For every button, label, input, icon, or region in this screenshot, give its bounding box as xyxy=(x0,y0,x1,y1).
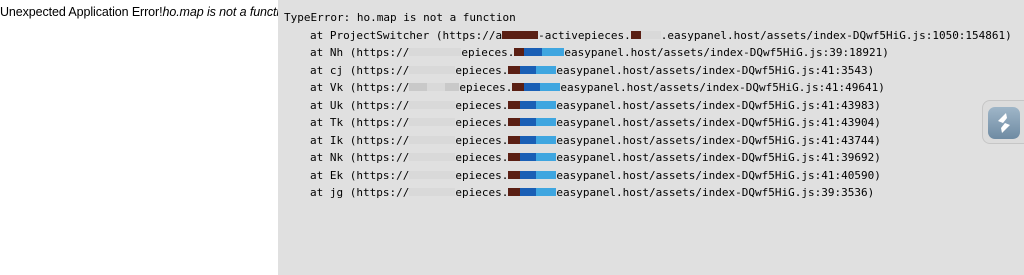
redacted-domain xyxy=(508,169,557,182)
stack-frame-line: at Ik (https:// epieces. easypanel.host/as… xyxy=(284,132,1024,150)
frame-at: at xyxy=(310,46,324,59)
redacted-subdomain xyxy=(409,99,456,112)
floating-widget-button[interactable] xyxy=(982,100,1024,144)
frame-at: at xyxy=(310,168,324,182)
frame-url-mid: epieces. xyxy=(455,63,509,77)
redacted-domain xyxy=(508,186,557,199)
frame-url-host: .easypanel.host/assets/index-DQwf5HiG.js… xyxy=(660,28,1012,42)
frame-url-mid: epieces. xyxy=(461,46,515,59)
frame-url-prefix: (https:// xyxy=(349,151,410,164)
stack-frame-line: at Ek (https:// epieces. easypanel.host/as… xyxy=(284,167,1024,185)
frame-url-mid: epieces. xyxy=(455,151,509,164)
redacted-domain xyxy=(508,151,557,164)
frame-at: at xyxy=(310,133,324,147)
frame-at: at xyxy=(310,151,324,164)
error-heading: Unexpected Application Error!ho.map is n… xyxy=(0,4,293,20)
frame-url-mid: epieces. xyxy=(459,81,513,94)
frame-at: at xyxy=(310,116,324,129)
frame-url-host: easypanel.host/assets/index-DQwf5HiG.js:… xyxy=(556,133,881,147)
redacted-domain xyxy=(508,99,557,112)
frame-url-host: easypanel.host/assets/index-DQwf5HiG.js:… xyxy=(556,63,875,77)
frame-function: Uk xyxy=(329,98,344,112)
stack-frame-line: at Nk (https:// epieces. easypanel.host/as… xyxy=(284,149,1024,167)
stack-frame-line: at ProjectSwitcher (https://a -activepiec… xyxy=(284,27,1024,45)
redacted-domain xyxy=(508,116,557,129)
stack-frame-line: at Uk (https:// epieces. easypanel.host/as… xyxy=(284,97,1024,115)
stack-header: TypeError: ho.map is not a function xyxy=(284,11,516,24)
error-title: Unexpected Application Error! xyxy=(0,5,163,19)
redacted-domain xyxy=(512,81,561,94)
frame-url-host: easypanel.host/assets/index-DQwf5HiG.js:… xyxy=(556,151,881,164)
frame-function: Ik xyxy=(329,133,344,147)
redacted-domain xyxy=(630,29,661,42)
redacted-domain xyxy=(508,134,557,147)
redacted-subdomain xyxy=(409,116,456,129)
redacted-subdomain xyxy=(502,29,539,42)
frame-url-prefix: (https:// xyxy=(349,63,410,77)
redacted-subdomain xyxy=(409,46,462,59)
redacted-subdomain xyxy=(409,81,460,94)
redacted-subdomain xyxy=(409,186,456,199)
frame-url-prefix: (https://a xyxy=(435,28,503,42)
frame-url-prefix: (https:// xyxy=(349,46,410,59)
frame-function: Nh xyxy=(329,46,344,59)
frame-function: ProjectSwitcher xyxy=(329,28,430,42)
frame-url-prefix: (https:// xyxy=(349,98,410,112)
redacted-subdomain xyxy=(409,169,456,182)
stack-trace: TypeError: ho.map is not a function at Pr… xyxy=(278,0,1024,202)
frame-url-host: easypanel.host/assets/index-DQwf5HiG.js:… xyxy=(564,46,889,59)
frame-function: Vk xyxy=(329,81,344,94)
frame-url-host: easypanel.host/assets/index-DQwf5HiG.js:… xyxy=(556,116,881,129)
stack-frame-line: at cj (https:// epieces. easypanel.host/as… xyxy=(284,62,1024,80)
frame-function: jg xyxy=(329,186,344,199)
frame-url-prefix: (https:// xyxy=(349,186,410,199)
frame-url-prefix: (https:// xyxy=(349,133,410,147)
frame-url-prefix: (https:// xyxy=(349,116,410,129)
frame-url-host: easypanel.host/assets/index-DQwf5HiG.js:… xyxy=(556,98,881,112)
frame-url-prefix: (https:// xyxy=(349,168,410,182)
frame-url-host: easypanel.host/assets/index-DQwf5HiG.js:… xyxy=(556,168,881,182)
frame-url-mid: epieces. xyxy=(455,116,509,129)
redacted-domain xyxy=(514,46,565,59)
frame-url-mid: epieces. xyxy=(455,98,509,112)
stack-frame-line: at jg (https:// epieces. easypanel.host/as… xyxy=(284,184,1024,202)
frame-at: at xyxy=(310,98,324,112)
frame-url-mid: epieces. xyxy=(455,186,509,199)
stack-frame-line: at Vk (https:// epieces. easypanel.host/as… xyxy=(284,79,1024,97)
frame-url-host: easypanel.host/assets/index-DQwf5HiG.js:… xyxy=(556,186,875,199)
frame-function: cj xyxy=(329,63,344,77)
frame-function: Tk xyxy=(329,116,344,129)
stack-frames: at ProjectSwitcher (https://a -activepiec… xyxy=(284,27,1024,202)
frame-url-mid: epieces. xyxy=(455,168,509,182)
stack-frame-line: at Nh (https:// epieces. easypanel.host/as… xyxy=(284,44,1024,62)
stack-frame-line: at Tk (https:// epieces. easypanel.host/as… xyxy=(284,114,1024,132)
frame-url-mid: epieces. xyxy=(455,133,509,147)
error-message: ho.map is not a function xyxy=(162,5,293,19)
frame-at: at xyxy=(310,28,324,42)
frame-function: Nk xyxy=(329,151,344,164)
frame-at: at xyxy=(310,81,324,94)
redacted-subdomain xyxy=(409,134,456,147)
redacted-subdomain xyxy=(409,151,456,164)
frame-url-mid: -activepieces. xyxy=(538,28,631,42)
frame-at: at xyxy=(310,186,324,199)
frame-function: Ek xyxy=(329,168,344,182)
app-logo-icon xyxy=(988,107,1020,139)
redacted-subdomain xyxy=(409,64,456,77)
redacted-domain xyxy=(508,64,557,77)
stack-trace-panel: TypeError: ho.map is not a function at Pr… xyxy=(278,0,1024,275)
frame-url-prefix: (https:// xyxy=(349,81,410,94)
frame-url-host: easypanel.host/assets/index-DQwf5HiG.js:… xyxy=(560,81,885,94)
frame-at: at xyxy=(310,63,324,77)
